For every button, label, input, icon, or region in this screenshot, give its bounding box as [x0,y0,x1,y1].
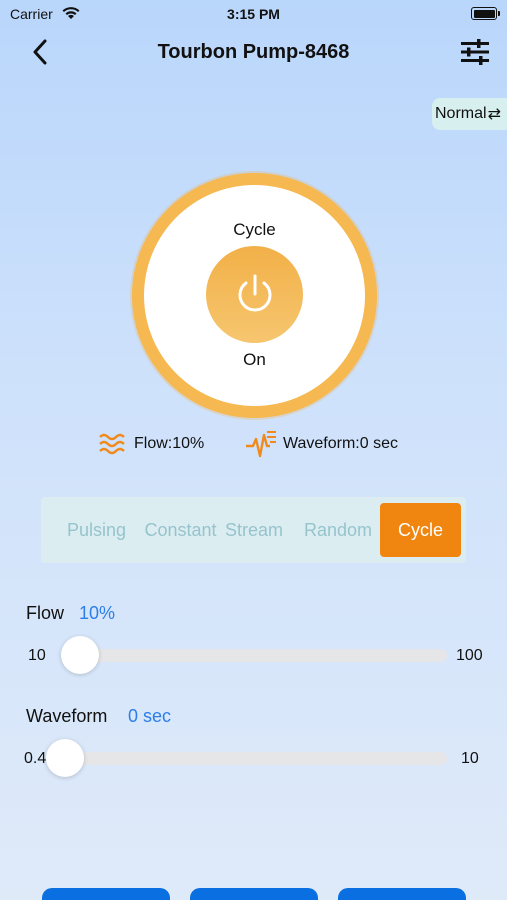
waveform-info-label: Waveform:0 sec [283,435,398,452]
swap-arrows-icon: ⇄ [487,106,501,123]
waveform-slider-max: 10 [461,750,479,767]
flow-info-label: Flow:10% [134,435,205,452]
flow-info: Flow:10% [98,428,204,460]
flow-slider-label: Flow [26,603,65,623]
bottom-button-2[interactable] [190,888,318,900]
waveform-info: Waveform:0 sec [245,428,398,460]
tab-cycle[interactable]: Cycle [380,503,461,557]
pump-state-label: On [243,350,266,369]
mode-toggle-button[interactable]: Normal ⇄ [432,98,507,130]
clock: 3:15 PM [227,6,280,22]
page-title: Tourbon Pump-8468 [157,41,350,63]
pump-status-ring: Cycle On [132,173,377,418]
waveform-slider-value: 0 sec [128,706,172,726]
waveform-slider-thumb[interactable] [46,739,84,777]
pulse-wave-icon [246,431,276,458]
flow-slider-thumb[interactable] [61,636,99,674]
flow-slider-value: 10% [79,603,116,623]
bottom-button-1[interactable] [42,888,170,900]
power-icon [238,274,271,311]
mode-tab-bar: Pulsing Constant Stream Random Cycle [41,497,466,563]
tab-stream[interactable]: Stream [219,497,289,563]
pump-info-row: Flow:10% Waveform:0 sec [0,428,507,460]
flow-slider-max: 100 [456,647,483,664]
waveform-slider-min: 0.4 [24,750,47,767]
waveform-slider-label: Waveform [26,706,108,726]
bottom-button-3[interactable] [338,888,466,900]
mode-toggle-label: Normal [435,105,487,122]
flow-slider-min: 10 [28,647,46,664]
tab-random[interactable]: Random [298,497,378,563]
sliders-icon [461,39,489,65]
status-bar: Carrier 3:15 PM [0,0,507,30]
power-button[interactable] [206,246,303,343]
tab-constant[interactable]: Constant [129,497,232,563]
settings-button[interactable] [458,36,492,68]
pump-mode-label: Cycle [233,220,276,239]
waveform-slider-track[interactable] [62,752,447,765]
waves-icon [99,433,125,455]
flow-slider-track[interactable] [62,649,447,662]
battery-icon [471,7,500,20]
